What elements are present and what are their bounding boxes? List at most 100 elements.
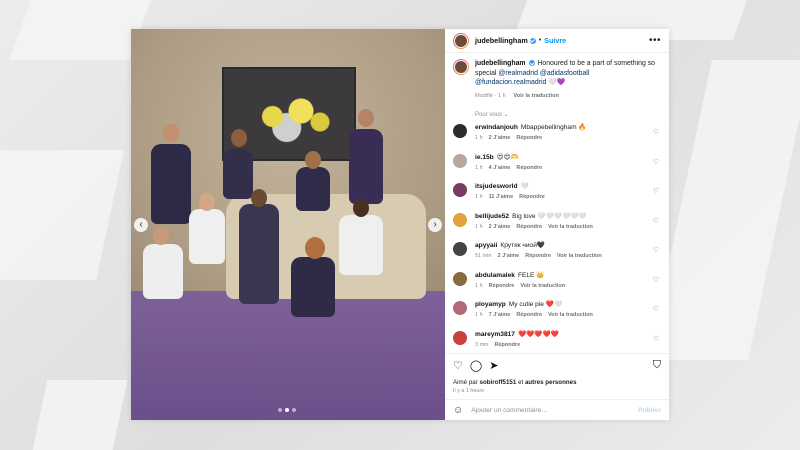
commenter-avatar[interactable] — [453, 183, 467, 197]
comment-body: abdulamalek FELE 👑 1 h Répondre Voir la trad… — [475, 272, 571, 289]
carousel-indicator — [278, 408, 296, 412]
bookmark-icon[interactable]: ⛉ — [653, 359, 661, 372]
comment-time: 1 h — [475, 223, 483, 230]
comment-line: abdulamalek FELE 👑 — [475, 272, 571, 280]
heart-icon[interactable]: ♡ — [453, 359, 463, 372]
commenter-username[interactable]: apyyaii — [475, 242, 497, 249]
post-caption: judebellingham Honoured to be a part of … — [453, 59, 661, 101]
comments-scroll-area[interactable]: judebellingham Honoured to be a part of … — [445, 53, 669, 353]
caption-translate-link[interactable]: Voir la traduction — [513, 93, 559, 99]
comment-reply-link[interactable]: Répondre — [516, 135, 542, 141]
comment-likes[interactable]: 2 J’aime — [498, 253, 520, 259]
comment-reply-link[interactable]: Répondre — [519, 194, 545, 200]
commenter-username[interactable]: bellijude52 — [475, 213, 509, 220]
publish-button[interactable]: Publier — [638, 407, 661, 414]
comment-meta: 1 h 2 J’aime Répondre — [475, 135, 587, 141]
comment-meta: 51 min 2 J’aime Répondre Voir la traduction — [475, 253, 608, 259]
comment-translate-link[interactable]: Voir la traduction — [520, 283, 565, 289]
comment-text: ❤️❤️❤️❤️❤️ — [517, 330, 560, 338]
comment-body: apyyaii Крутяк чиой🖤 51 min 2 J’aime Répondr… — [475, 242, 608, 259]
comment-like-heart-icon[interactable]: ♡ — [653, 187, 659, 195]
comment-translate-link[interactable]: Voir la traduction — [548, 224, 593, 230]
commenter-username[interactable]: erwindanjouh — [475, 124, 518, 131]
comment-body: erwindanjouh Mbappebellingham 🔥 1 h 2 J’aim… — [475, 124, 587, 141]
comment-item: itsjudesworld 🤍 1 h 11 J’aime Répondre ♡ — [453, 183, 661, 200]
comment-translate-link[interactable]: Voir la traduction — [548, 312, 593, 318]
comment-reply-link[interactable]: Répondre — [516, 165, 542, 171]
carousel-dot-active — [285, 408, 289, 412]
commenter-avatar[interactable] — [453, 330, 467, 345]
carousel-prev-button[interactable]: ‹ — [134, 218, 148, 232]
comment-body: mareym3817 ❤️❤️❤️❤️❤️ 3 min Répondre — [475, 331, 559, 348]
follow-button[interactable]: Suivre — [544, 36, 566, 45]
photo-person — [291, 257, 335, 317]
comment-time: 1 h — [475, 312, 483, 318]
commenter-username[interactable]: abdulamalek — [475, 272, 515, 279]
share-icon[interactable]: ➤ — [489, 359, 498, 372]
comment-meta: 1 h 11 J’aime Répondre — [475, 194, 551, 200]
photo-person — [151, 144, 191, 224]
photo-person-head — [305, 151, 321, 169]
comment-reply-link[interactable]: Répondre — [494, 342, 520, 348]
commenter-avatar[interactable] — [453, 212, 467, 227]
comment-reply-link[interactable]: Répondre — [525, 253, 551, 259]
commenter-username[interactable]: ie.15b — [475, 154, 494, 161]
comment-likes[interactable]: 2 J’aime — [489, 135, 511, 141]
commenter-username[interactable]: itsjudesworld — [475, 183, 518, 190]
comment-like-heart-icon[interactable]: ♡ — [653, 158, 659, 166]
comment-like-heart-icon[interactable]: ♡ — [653, 276, 659, 284]
comment-like-heart-icon[interactable]: ♡ — [653, 305, 659, 313]
caption-text: judebellingham Honoured to be a part of … — [475, 59, 661, 101]
comment-icon[interactable]: ◯ — [470, 359, 482, 372]
liked-by-others[interactable]: autres personnes — [525, 379, 577, 386]
photo-person — [239, 204, 279, 304]
verified-icon — [529, 37, 536, 44]
commenter-username[interactable]: mareym3817 — [475, 331, 515, 338]
comment-like-heart-icon[interactable]: ♡ — [653, 335, 659, 343]
commenter-avatar[interactable] — [453, 242, 467, 256]
add-comment-bar: ☺ Publier — [445, 399, 669, 420]
comment-like-heart-icon[interactable]: ♡ — [653, 246, 659, 254]
comment-likes[interactable]: 11 J’aime — [489, 194, 513, 200]
comment-line: bellijude52 Big love 🤍🤍🤍🤍🤍🤍 — [475, 213, 599, 221]
post-time-ago: Il y a 1 heure — [453, 388, 485, 394]
commenter-avatar[interactable] — [453, 301, 467, 315]
comment-item: erwindanjouh Mbappebellingham 🔥 1 h 2 J’aim… — [453, 124, 661, 141]
comment-line: ie.15b 😍😍🫶 — [475, 154, 548, 162]
instagram-post-modal: ‹ › judebellingham • Suivre ••• judebell… — [131, 29, 669, 420]
comment-likes[interactable]: 7 J’aime — [489, 312, 511, 318]
comment-item: abdulamalek FELE 👑 1 h Répondre Voir la trad… — [453, 271, 661, 289]
comment-text: Mbappebellingham 🔥 — [520, 124, 587, 131]
verified-icon — [529, 60, 536, 67]
comment-translate-link[interactable]: Voir la traduction — [557, 253, 602, 259]
author-avatar[interactable] — [453, 59, 469, 75]
comment-input[interactable] — [471, 406, 638, 414]
commenter-avatar[interactable] — [453, 124, 467, 138]
author-avatar[interactable] — [453, 32, 469, 49]
comment-body: ployamyp My cutie pie ❤️🤍 1 h 7 J’aime Répon… — [475, 301, 599, 318]
comment-reply-link[interactable]: Répondre — [516, 224, 542, 230]
comment-like-heart-icon[interactable]: ♡ — [653, 128, 659, 136]
comment-reply-link[interactable]: Répondre — [516, 312, 542, 318]
comment-reply-link[interactable]: Répondre — [489, 283, 515, 289]
comment-likes[interactable]: 2 J’aime — [489, 224, 511, 230]
author-username[interactable]: judebellingham — [475, 36, 528, 45]
background-letter-shape — [9, 0, 151, 60]
comment-text: 😍😍🫶 — [496, 153, 519, 161]
comment-time: 1 h — [475, 164, 483, 171]
commenter-avatar[interactable] — [453, 153, 467, 168]
caption-username[interactable]: judebellingham — [475, 60, 526, 67]
carousel-dot — [278, 408, 282, 412]
background-letter-shape — [0, 150, 124, 280]
commenter-username[interactable]: ployamyp — [475, 301, 506, 308]
comment-sort-dropdown[interactable]: Pour vous ⌄ — [475, 111, 661, 118]
more-options-icon[interactable]: ••• — [649, 35, 661, 46]
photo-person — [349, 129, 383, 204]
liked-by-user[interactable]: sobiroff5151 — [480, 379, 517, 386]
comment-like-heart-icon[interactable]: ♡ — [653, 217, 659, 225]
commenter-avatar[interactable] — [453, 271, 467, 286]
emoji-icon[interactable]: ☺ — [453, 405, 463, 416]
post-photo[interactable]: ‹ › — [131, 29, 445, 420]
carousel-next-button[interactable]: › — [428, 218, 442, 232]
comment-likes[interactable]: 4 J’aime — [489, 165, 511, 171]
